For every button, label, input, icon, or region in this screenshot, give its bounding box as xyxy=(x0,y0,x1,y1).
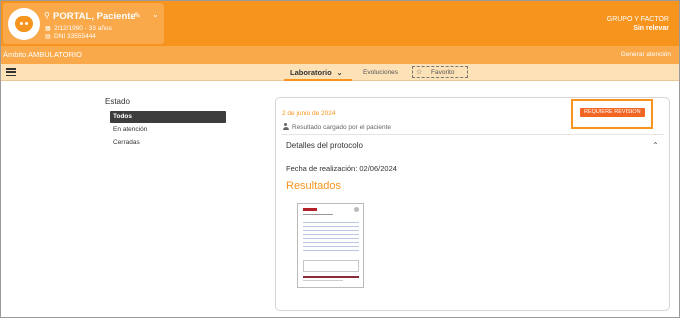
chevron-down-icon[interactable]: ⌄ xyxy=(152,11,159,19)
patient-dni: ▤ DNI 33555444 xyxy=(45,33,96,40)
app-frame: ⚲ PORTAL, Paciente ✎ ⌄ ▦ 2/12/1990 - 33 a… xyxy=(0,0,680,318)
pin-icon: ⚲ xyxy=(44,11,50,20)
header: ⚲ PORTAL, Paciente ✎ ⌄ ▦ 2/12/1990 - 33 a… xyxy=(1,1,679,46)
tab-laboratorio-label: Laboratorio xyxy=(290,68,332,77)
results-title: Resultados xyxy=(286,180,342,192)
filter-en-atencion[interactable]: En atención xyxy=(110,124,226,136)
status-badge: REQUIERE REVISION xyxy=(580,108,645,117)
divider xyxy=(281,134,664,135)
ambito-label: Ámbito AMBULATORIO xyxy=(3,50,82,59)
protocol-date: 2 de junio de 2024 xyxy=(282,110,336,117)
chevron-down-icon: ⌄ xyxy=(336,70,343,77)
star-icon: ☆ xyxy=(416,69,423,76)
ambito-bar: Ámbito AMBULATORIO Generar atención xyxy=(1,46,679,64)
uploaded-by-text: Resultado cargado por el paciente xyxy=(292,124,392,131)
tabs-bar: Laboratorio ⌄ Evoluciones ☆ Favorito xyxy=(1,64,679,81)
organization-status: Sin relevar xyxy=(633,25,669,32)
patient-birth-text: 2/12/1990 - 33 años xyxy=(54,25,112,32)
patient-dni-text: DNI 33555444 xyxy=(54,33,96,40)
filter-cerradas[interactable]: Cerradas xyxy=(110,137,226,149)
result-document-thumbnail[interactable] xyxy=(297,203,364,288)
id-card-icon: ▤ xyxy=(45,34,51,40)
protocol-card[interactable]: 2 de junio de 2024 Resultado cargado por… xyxy=(275,97,670,311)
patient-card[interactable]: ⚲ PORTAL, Paciente ✎ ⌄ ▦ 2/12/1990 - 33 a… xyxy=(3,3,164,44)
filter-title: Estado xyxy=(105,97,130,106)
organization[interactable]: GRUPO Y FACTOR Sin relevar xyxy=(607,15,669,33)
tab-laboratorio[interactable]: Laboratorio ⌄ xyxy=(284,64,352,81)
menu-icon[interactable] xyxy=(6,68,16,77)
review-highlight: REQUIERE REVISION xyxy=(571,99,653,129)
patient-name: PORTAL, Paciente xyxy=(53,11,136,22)
calendar-icon: ▦ xyxy=(45,26,51,32)
generate-attention-button[interactable]: Generar atención xyxy=(621,51,671,58)
protocol-details-title[interactable]: Detalles del protocolo xyxy=(286,141,363,150)
favorite-label: Favorito xyxy=(431,69,455,76)
user-icon xyxy=(282,123,289,130)
filter-todos[interactable]: Todos xyxy=(110,111,226,123)
tab-evoluciones[interactable]: Evoluciones xyxy=(363,64,398,81)
uploaded-by: Resultado cargado por el paciente xyxy=(282,123,391,131)
organization-name: GRUPO Y FACTOR xyxy=(606,16,669,23)
avatar-icon xyxy=(8,8,40,40)
chevron-up-icon[interactable]: ⌃ xyxy=(652,141,659,150)
favorite-button[interactable]: ☆ Favorito xyxy=(412,66,468,78)
fecha-realizacion: Fecha de realización: 02/06/2024 xyxy=(286,164,397,173)
pencil-icon[interactable]: ✎ xyxy=(134,12,141,20)
patient-birth: ▦ 2/12/1990 - 33 años xyxy=(45,25,112,32)
